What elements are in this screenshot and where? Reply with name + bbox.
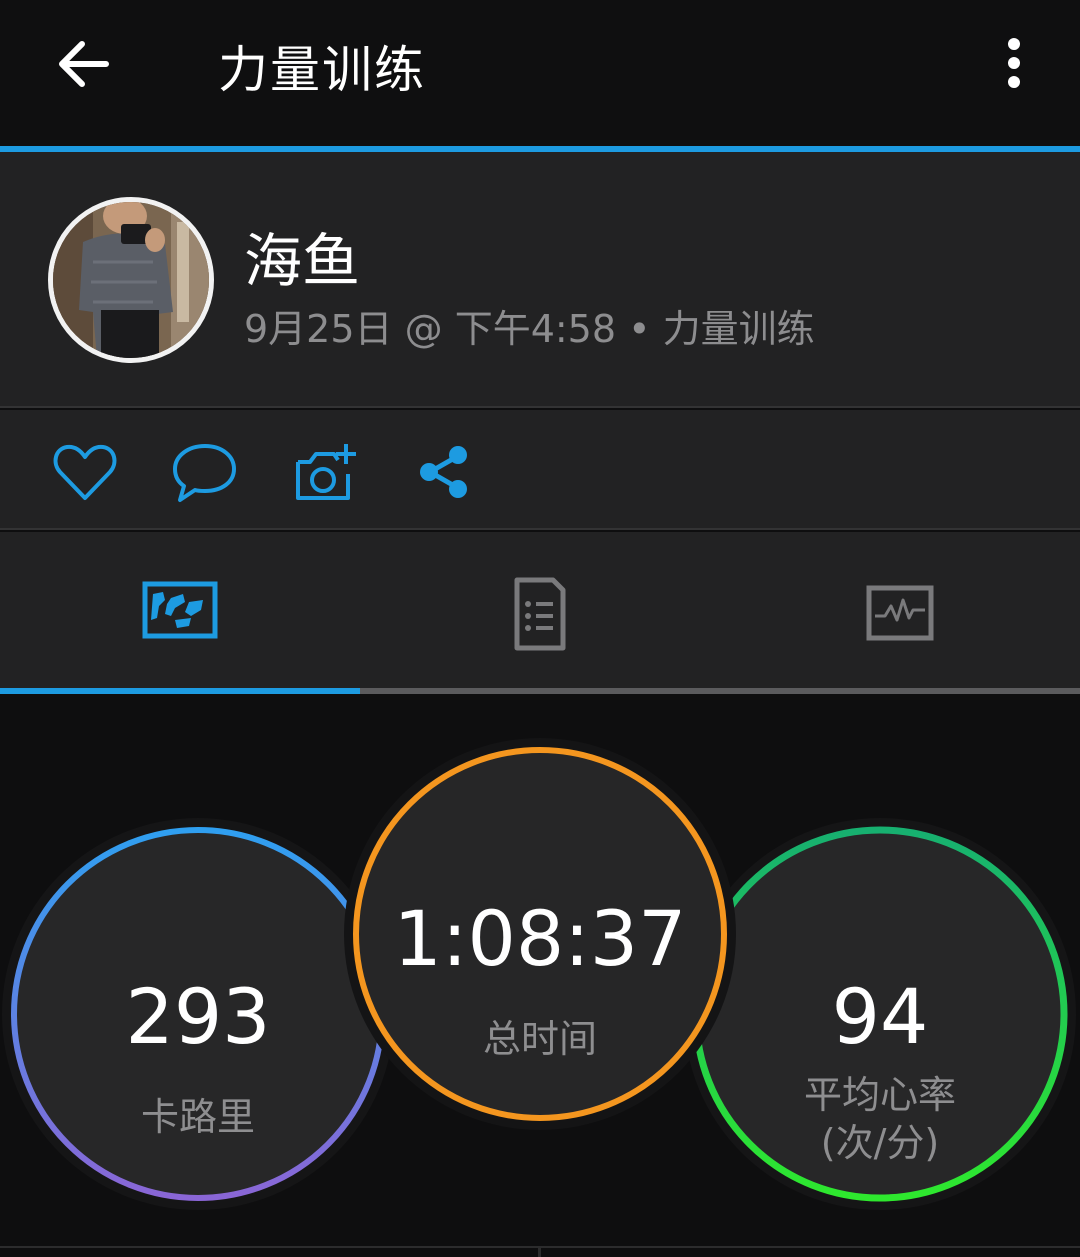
back-button[interactable] (52, 32, 116, 96)
share-icon (420, 446, 467, 498)
add-photo-icon (296, 444, 356, 500)
tab-details[interactable] (495, 572, 585, 652)
like-button[interactable] (50, 438, 120, 508)
avatar[interactable] (48, 197, 214, 363)
chart-icon (866, 585, 934, 641)
comment-icon (173, 444, 236, 502)
total-time-value: 1:08:37 (393, 894, 687, 983)
comment-button[interactable] (170, 438, 240, 508)
user-name: 海鱼 (244, 227, 361, 295)
profile-section: 海鱼 9月25日 @ 下午4:58 • 力量训练 (0, 152, 1080, 408)
activity-meta: 9月25日 @ 下午4:58 • 力量训练 (244, 307, 815, 351)
share-button[interactable] (410, 438, 480, 508)
tab-charts[interactable] (855, 572, 945, 652)
social-actions (0, 410, 1080, 530)
more-vertical-icon (1008, 38, 1020, 88)
tab-map[interactable] (135, 572, 225, 652)
page-title: 力量训练 (218, 41, 426, 99)
more-options-button[interactable] (994, 34, 1034, 94)
calories-label: 卡路里 (140, 1095, 255, 1139)
top-bar: 力量训练 (0, 0, 1080, 146)
heart-rate-value: 94 (831, 972, 929, 1061)
heart-rate-label: 平均心率 (803, 1073, 956, 1117)
map-icon (142, 581, 218, 639)
view-tabs (0, 532, 1080, 694)
add-photo-button[interactable] (290, 438, 360, 508)
bottom-divider-tick (538, 1246, 541, 1257)
summary-stats: 293 卡路里 1:08:37 总时间 94 平均心率 (次/分) (0, 694, 1080, 1257)
total-time-label: 总时间 (482, 1017, 597, 1061)
heart-icon (53, 444, 117, 500)
activity-screen: 力量训练 海鱼 9月25日 @ 下午4:58 • 力量训练 293 卡路里 1:… (0, 0, 1080, 1257)
heart-rate-unit: (次/分) (820, 1121, 940, 1165)
avatar-photo (53, 202, 209, 358)
calories-value: 293 (125, 972, 271, 1061)
details-icon (514, 577, 566, 651)
arrow-left-icon (59, 41, 109, 87)
